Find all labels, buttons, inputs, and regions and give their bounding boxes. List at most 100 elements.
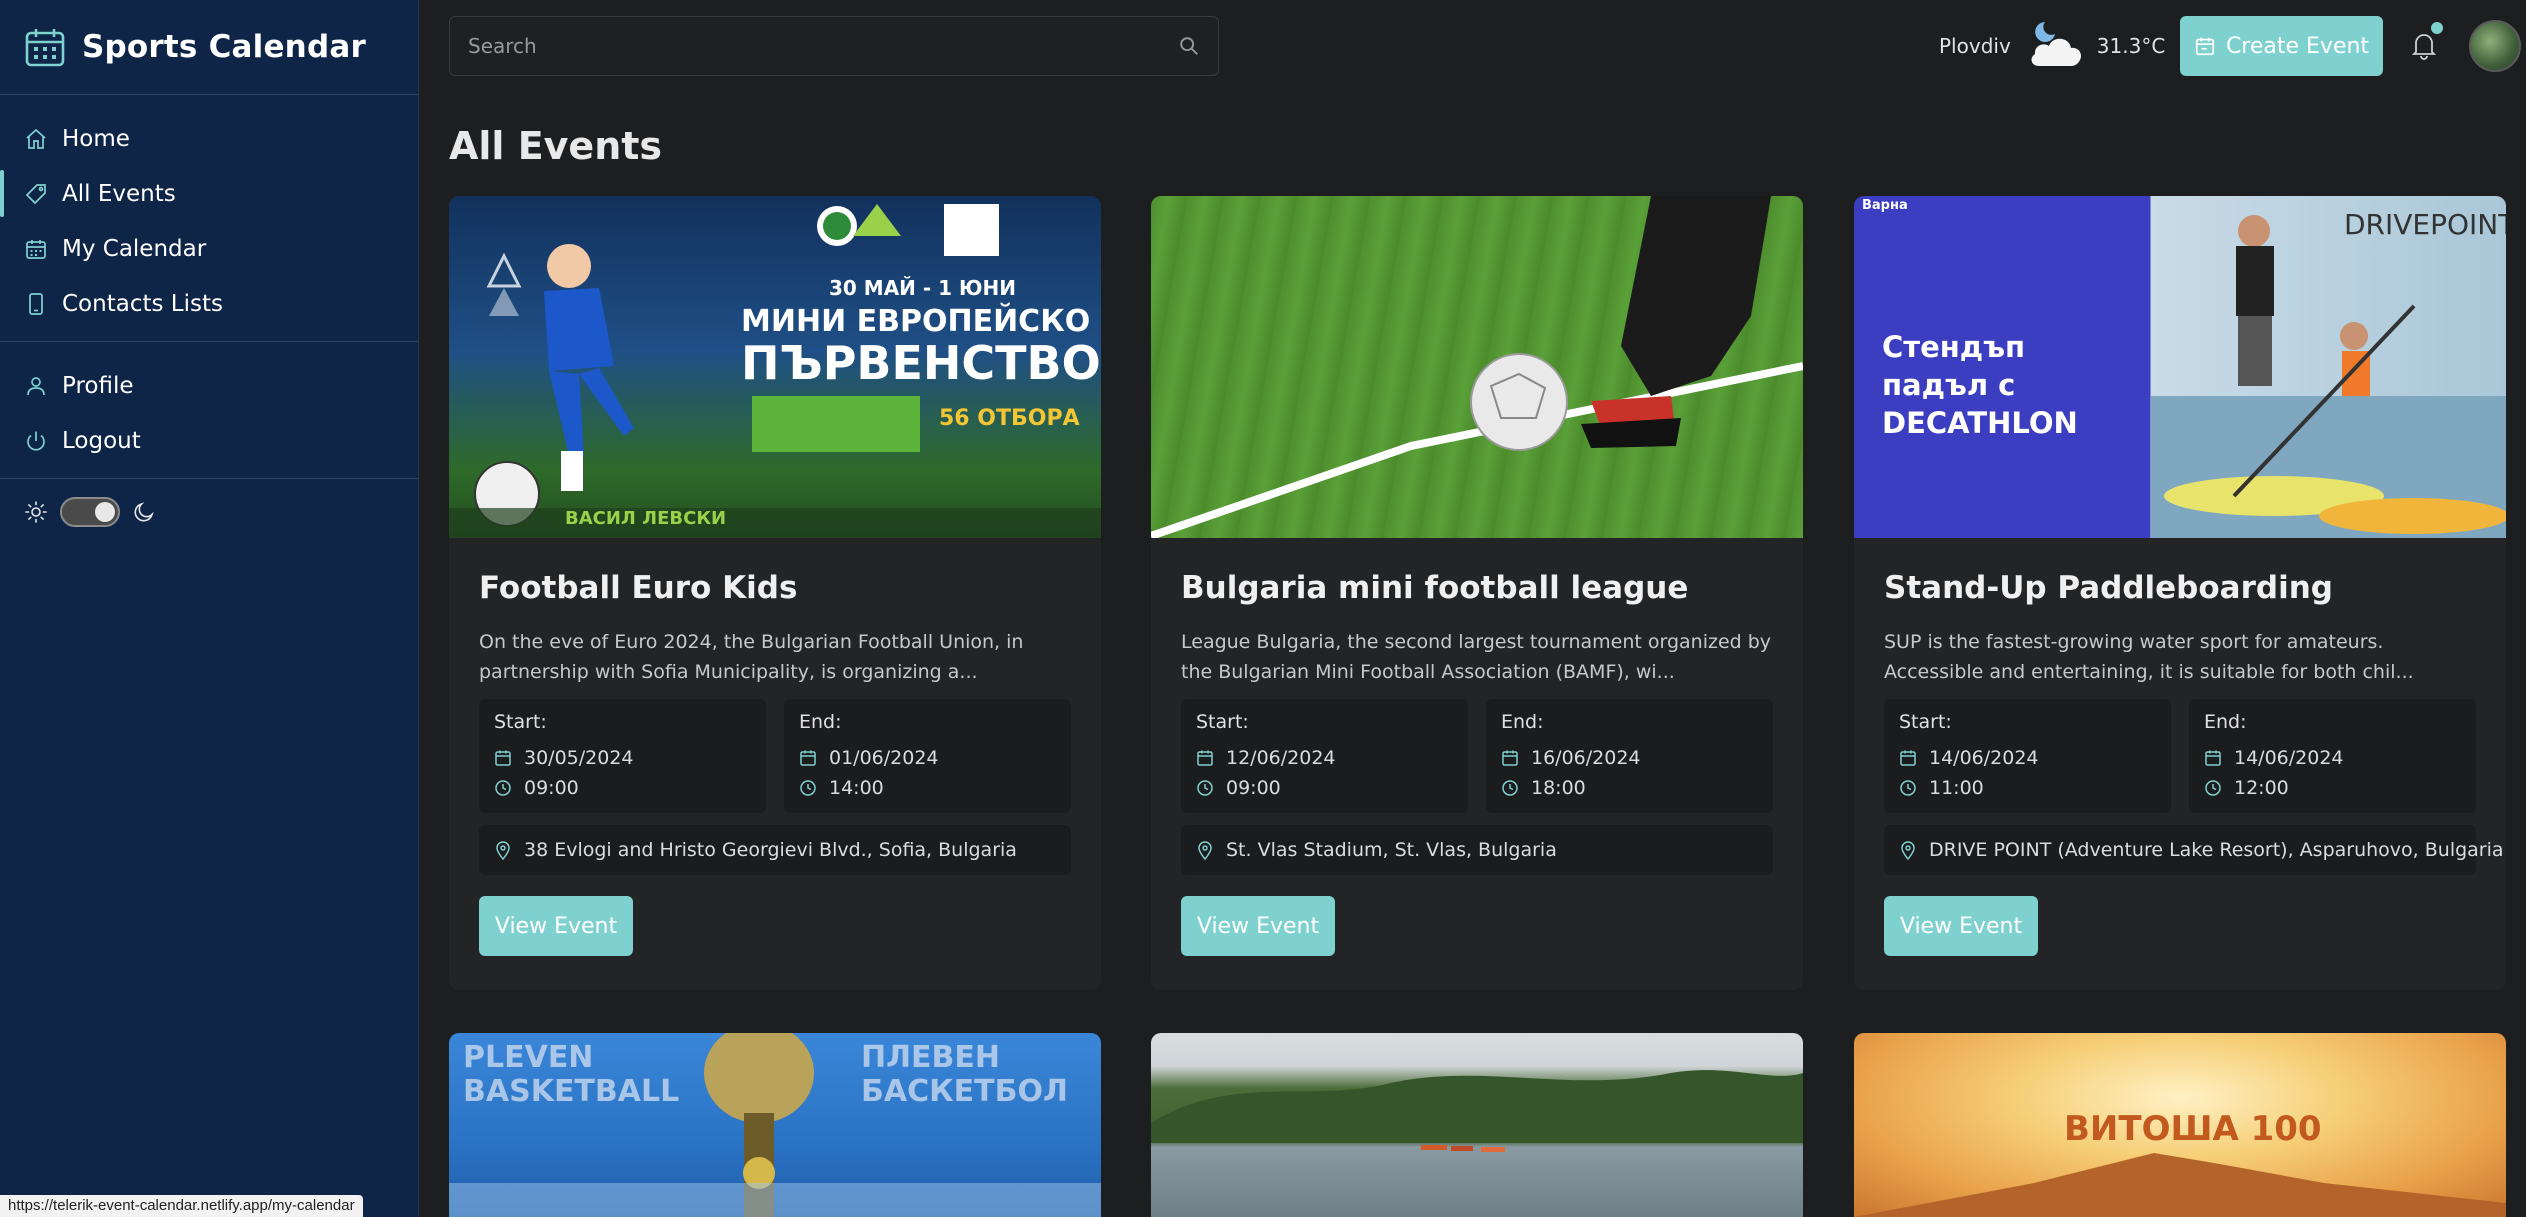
calendar-logo-icon	[25, 29, 65, 67]
avatar[interactable]	[2469, 20, 2521, 72]
sidebar-item-label: Profile	[62, 372, 134, 399]
toggle-knob	[95, 502, 115, 522]
weather-city: Plovdiv	[1939, 34, 2011, 58]
calendar-icon	[2205, 750, 2221, 766]
event-image[interactable]: ВИТОША 100	[1854, 1033, 2506, 1217]
location-text: 38 Evlogi and Hristo Georgievi Blvd., So…	[524, 839, 1017, 861]
image-badge: 56 ОТБОРА	[939, 406, 1080, 431]
view-event-button[interactable]: View Event	[1181, 896, 1335, 956]
start-label: Start:	[494, 711, 547, 733]
notification-dot	[2431, 22, 2443, 34]
image-line1: МИНИ ЕВРОПЕЙСКО	[741, 304, 1091, 339]
topbar: Plovdiv 31.3°C Create Event	[420, 0, 2526, 92]
start-box: Start: 30/05/2024 09:00	[479, 699, 766, 813]
sidebar-item-label: All Events	[62, 180, 176, 207]
sidebar-item-all-events[interactable]: All Events	[0, 166, 418, 221]
image-venue: ВАСИЛ ЛЕВСКИ	[565, 508, 727, 529]
event-image[interactable]: 30 МАЙ - 1 ЮНИ МИНИ ЕВРОПЕЙСКО ПЪРВЕНСТВ…	[449, 196, 1101, 538]
sidebar-item-label: My Calendar	[62, 235, 207, 262]
image-left-text: PLEVEN BASKETBALL	[463, 1040, 680, 1109]
event-card: PLEVEN BASKETBALL ПЛЕВЕН БАСКЕТБОЛ	[449, 1033, 1101, 1217]
calendar-plus-icon	[2195, 37, 2215, 56]
bell-icon[interactable]	[2410, 30, 2438, 60]
event-description: League Bulgaria, the second largest tour…	[1181, 631, 1772, 683]
end-label: End:	[799, 711, 842, 733]
sidebar-item-label: Contacts Lists	[62, 290, 223, 317]
calendar-icon	[800, 750, 816, 766]
create-event-button[interactable]: Create Event	[2180, 16, 2383, 76]
sidebar-item-my-calendar[interactable]: My Calendar	[0, 221, 418, 276]
event-image[interactable]	[1151, 196, 1803, 538]
sidebar-item-home[interactable]: Home	[0, 111, 418, 166]
sidebar-item-profile[interactable]: Profile	[0, 358, 418, 413]
sidebar-item-logout[interactable]: Logout	[0, 413, 418, 468]
image-brand: DRIVEPOINT	[2344, 208, 2506, 241]
view-event-button[interactable]: View Event	[479, 896, 633, 956]
event-location: St. Vlas Stadium, St. Vlas, Bulgaria	[1181, 825, 1773, 875]
start-label: Start:	[1196, 711, 1249, 733]
clock-icon	[495, 780, 511, 796]
weather-temperature: 31.3°C	[2096, 34, 2166, 58]
end-date: 16/06/2024	[1531, 747, 1641, 769]
end-label: End:	[2204, 711, 2247, 733]
event-location: DRIVE POINT (Adventure Lake Resort), Asp…	[1884, 825, 2504, 875]
image-corner-text: Варна	[1862, 198, 1908, 213]
clock-icon	[1197, 780, 1213, 796]
theme-toggle[interactable]	[60, 497, 120, 527]
start-date: 12/06/2024	[1226, 747, 1336, 769]
event-card-body: Stand-Up Paddleboarding SUP is the faste…	[1854, 570, 2506, 990]
phone-icon	[29, 292, 43, 315]
event-image[interactable]	[1151, 1033, 1803, 1217]
night-cloud-icon	[2031, 22, 2081, 66]
clock-icon	[2205, 780, 2221, 796]
location-text: DRIVE POINT (Adventure Lake Resort), Asp…	[1929, 839, 2504, 861]
search-input[interactable]	[468, 34, 1178, 58]
start-date: 14/06/2024	[1929, 747, 2039, 769]
start-time: 09:00	[1226, 777, 1281, 799]
brand[interactable]: Sports Calendar	[0, 0, 418, 95]
main-nav: Home All Events My Calendar Contacts Lis…	[0, 95, 418, 342]
sidebar-item-contacts-lists[interactable]: Contacts Lists	[0, 276, 418, 331]
image-right-text: ПЛЕВЕН БАСКЕТБОЛ	[861, 1040, 1068, 1109]
end-box: End: 16/06/2024 18:00	[1486, 699, 1773, 813]
image-headline: Стендъп падъл с DECATHLON	[1882, 330, 2078, 440]
calendar-icon	[1900, 750, 1916, 766]
sun-icon	[25, 501, 47, 523]
football-pitch-artwork	[1151, 196, 1803, 538]
map-pin-icon	[1198, 841, 1212, 860]
image-line2: ПЪРВЕНСТВО	[741, 336, 1101, 390]
clock-icon	[800, 780, 816, 796]
calendar-icon	[26, 239, 46, 259]
end-time: 14:00	[829, 777, 884, 799]
view-event-button[interactable]: View Event	[1884, 896, 2038, 956]
image-title: ВИТОША 100	[2064, 1109, 2322, 1149]
event-description: SUP is the fastest-growing water sport f…	[1884, 631, 2414, 683]
event-image[interactable]: PLEVEN BASKETBALL ПЛЕВЕН БАСКЕТБОЛ	[449, 1033, 1101, 1217]
weather-widget: Plovdiv 31.3°C	[1939, 14, 2165, 78]
search-icon[interactable]	[1178, 35, 1200, 57]
account-nav: Profile Logout	[0, 342, 418, 479]
event-dates: Start: 14/06/2024 11:00 End: 14/06/2024 …	[1884, 699, 2476, 813]
sidebar-item-label: Home	[62, 125, 130, 152]
start-time: 09:00	[524, 777, 579, 799]
power-icon	[27, 431, 45, 451]
event-image[interactable]: Варна Стендъп падъл с DECATHLON DRIVEPOI…	[1854, 196, 2506, 538]
start-box: Start: 14/06/2024 11:00	[1884, 699, 2171, 813]
start-box: Start: 12/06/2024 09:00	[1181, 699, 1468, 813]
moon-icon	[134, 502, 154, 522]
start-date: 30/05/2024	[524, 747, 634, 769]
home-icon	[26, 128, 46, 149]
app-title: Sports Calendar	[82, 29, 366, 65]
end-date: 01/06/2024	[829, 747, 939, 769]
end-label: End:	[1501, 711, 1544, 733]
end-box: End: 01/06/2024 14:00	[784, 699, 1071, 813]
end-time: 12:00	[2234, 777, 2289, 799]
theme-switcher	[0, 479, 418, 545]
tag-icon	[25, 183, 46, 204]
end-date: 14/06/2024	[2234, 747, 2344, 769]
sidebar-item-label: Logout	[62, 427, 141, 454]
event-location: 38 Evlogi and Hristo Georgievi Blvd., So…	[479, 825, 1071, 875]
event-card: ВИТОША 100	[1854, 1033, 2506, 1217]
lake-kayak-artwork	[1151, 1070, 1803, 1152]
search-box[interactable]	[449, 16, 1219, 76]
